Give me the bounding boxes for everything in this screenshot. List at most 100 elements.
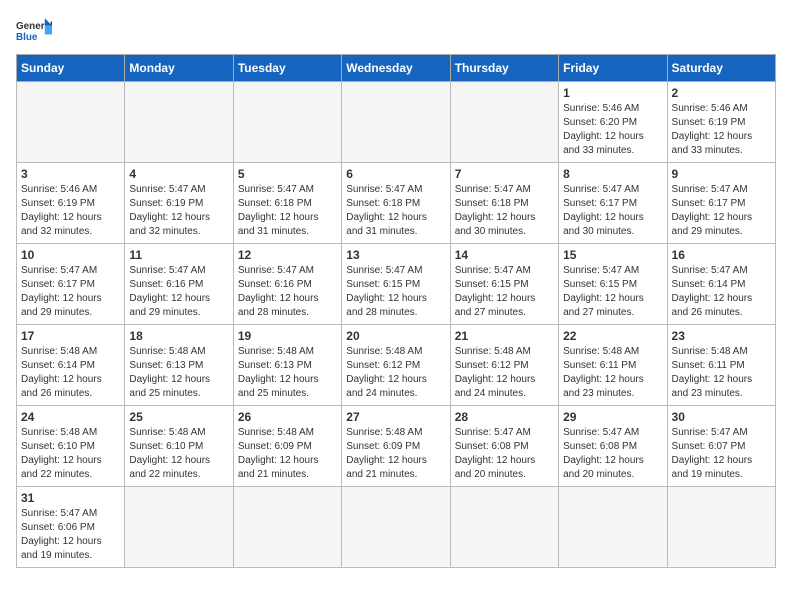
day-info: Sunrise: 5:47 AM Sunset: 6:16 PM Dayligh… [129, 264, 228, 320]
day-info: Sunrise: 5:47 AM Sunset: 6:16 PM Dayligh… [238, 264, 337, 320]
day-number: 26 [238, 410, 337, 424]
day-info: Sunrise: 5:47 AM Sunset: 6:17 PM Dayligh… [21, 264, 120, 320]
day-number: 21 [455, 329, 554, 343]
calendar-week-row: 24 Sunrise: 5:48 AM Sunset: 6:10 PM Dayli… [17, 406, 776, 487]
calendar-cell: 15 Sunrise: 5:47 AM Sunset: 6:15 PM Dayli… [559, 244, 667, 325]
calendar-cell [233, 82, 341, 163]
day-number: 20 [346, 329, 445, 343]
calendar-cell: 7 Sunrise: 5:47 AM Sunset: 6:18 PM Daylig… [450, 163, 558, 244]
day-info: Sunrise: 5:47 AM Sunset: 6:07 PM Dayligh… [672, 426, 771, 482]
calendar-header-row: SundayMondayTuesdayWednesdayThursdayFrid… [17, 55, 776, 82]
day-info: Sunrise: 5:48 AM Sunset: 6:10 PM Dayligh… [21, 426, 120, 482]
day-number: 3 [21, 167, 120, 181]
calendar-cell [233, 487, 341, 568]
calendar-week-row: 3 Sunrise: 5:46 AM Sunset: 6:19 PM Daylig… [17, 163, 776, 244]
day-info: Sunrise: 5:47 AM Sunset: 6:18 PM Dayligh… [455, 183, 554, 239]
day-number: 24 [21, 410, 120, 424]
calendar-cell: 19Sunrise: 5:48 AM Sunset: 6:13 PM Dayli… [233, 325, 341, 406]
svg-text:Blue: Blue [16, 32, 38, 43]
day-info: Sunrise: 5:47 AM Sunset: 6:15 PM Dayligh… [563, 264, 662, 320]
calendar-cell [17, 82, 125, 163]
calendar-cell: 4 Sunrise: 5:47 AM Sunset: 6:19 PM Daylig… [125, 163, 233, 244]
day-info: Sunrise: 5:48 AM Sunset: 6:09 PM Dayligh… [238, 426, 337, 482]
day-info: Sunrise: 5:47 AM Sunset: 6:08 PM Dayligh… [455, 426, 554, 482]
day-info: Sunrise: 5:48 AM Sunset: 6:11 PM Dayligh… [672, 345, 771, 401]
logo: General Blue [16, 16, 52, 44]
day-info: Sunrise: 5:46 AM Sunset: 6:19 PM Dayligh… [21, 183, 120, 239]
day-number: 1 [563, 86, 662, 100]
calendar-cell: 31 Sunrise: 5:47 AM Sunset: 6:06 PM Dayli… [17, 487, 125, 568]
day-number: 7 [455, 167, 554, 181]
day-number: 29 [563, 410, 662, 424]
day-info: Sunrise: 5:47 AM Sunset: 6:18 PM Dayligh… [346, 183, 445, 239]
day-number: 15 [563, 248, 662, 262]
day-number: 22 [563, 329, 662, 343]
page-header: General Blue [16, 16, 776, 44]
day-info: Sunrise: 5:47 AM Sunset: 6:17 PM Dayligh… [672, 183, 771, 239]
calendar-cell [667, 487, 775, 568]
day-number: 11 [129, 248, 228, 262]
calendar-cell: 13Sunrise: 5:47 AM Sunset: 6:15 PM Dayli… [342, 244, 450, 325]
day-info: Sunrise: 5:47 AM Sunset: 6:08 PM Dayligh… [563, 426, 662, 482]
calendar-cell: 16Sunrise: 5:47 AM Sunset: 6:14 PM Dayli… [667, 244, 775, 325]
calendar-cell [342, 487, 450, 568]
calendar-cell [450, 82, 558, 163]
day-number: 23 [672, 329, 771, 343]
weekday-header-sunday: Sunday [17, 55, 125, 82]
day-number: 18 [129, 329, 228, 343]
calendar-cell: 20Sunrise: 5:48 AM Sunset: 6:12 PM Dayli… [342, 325, 450, 406]
day-info: Sunrise: 5:46 AM Sunset: 6:19 PM Dayligh… [672, 102, 771, 158]
day-info: Sunrise: 5:47 AM Sunset: 6:14 PM Dayligh… [672, 264, 771, 320]
day-info: Sunrise: 5:48 AM Sunset: 6:09 PM Dayligh… [346, 426, 445, 482]
day-number: 14 [455, 248, 554, 262]
calendar-cell: 22Sunrise: 5:48 AM Sunset: 6:11 PM Dayli… [559, 325, 667, 406]
day-number: 17 [21, 329, 120, 343]
day-info: Sunrise: 5:47 AM Sunset: 6:15 PM Dayligh… [346, 264, 445, 320]
day-number: 4 [129, 167, 228, 181]
day-number: 27 [346, 410, 445, 424]
day-info: Sunrise: 5:48 AM Sunset: 6:14 PM Dayligh… [21, 345, 120, 401]
weekday-header-friday: Friday [559, 55, 667, 82]
calendar-cell: 27 Sunrise: 5:48 AM Sunset: 6:09 PM Dayli… [342, 406, 450, 487]
calendar-cell: 3 Sunrise: 5:46 AM Sunset: 6:19 PM Daylig… [17, 163, 125, 244]
day-number: 9 [672, 167, 771, 181]
day-number: 8 [563, 167, 662, 181]
weekday-header-monday: Monday [125, 55, 233, 82]
weekday-header-saturday: Saturday [667, 55, 775, 82]
calendar-cell: 25Sunrise: 5:48 AM Sunset: 6:10 PM Dayli… [125, 406, 233, 487]
generalblue-logo-icon: General Blue [16, 16, 52, 44]
day-number: 31 [21, 491, 120, 505]
calendar-cell: 11 Sunrise: 5:47 AM Sunset: 6:16 PM Dayli… [125, 244, 233, 325]
calendar-cell: 17 Sunrise: 5:48 AM Sunset: 6:14 PM Dayli… [17, 325, 125, 406]
day-number: 12 [238, 248, 337, 262]
calendar-cell: 2 Sunrise: 5:46 AM Sunset: 6:19 PM Daylig… [667, 82, 775, 163]
day-info: Sunrise: 5:47 AM Sunset: 6:18 PM Dayligh… [238, 183, 337, 239]
calendar-week-row: 17 Sunrise: 5:48 AM Sunset: 6:14 PM Dayli… [17, 325, 776, 406]
day-number: 5 [238, 167, 337, 181]
calendar-cell [342, 82, 450, 163]
day-info: Sunrise: 5:47 AM Sunset: 6:06 PM Dayligh… [21, 507, 120, 563]
day-info: Sunrise: 5:48 AM Sunset: 6:13 PM Dayligh… [238, 345, 337, 401]
calendar-cell: 23 Sunrise: 5:48 AM Sunset: 6:11 PM Dayli… [667, 325, 775, 406]
calendar-cell [125, 82, 233, 163]
weekday-header-tuesday: Tuesday [233, 55, 341, 82]
calendar-cell: 5 Sunrise: 5:47 AM Sunset: 6:18 PM Daylig… [233, 163, 341, 244]
day-info: Sunrise: 5:46 AM Sunset: 6:20 PM Dayligh… [563, 102, 662, 158]
calendar-cell [450, 487, 558, 568]
day-number: 2 [672, 86, 771, 100]
weekday-header-wednesday: Wednesday [342, 55, 450, 82]
calendar-cell: 18 Sunrise: 5:48 AM Sunset: 6:13 PM Dayli… [125, 325, 233, 406]
day-info: Sunrise: 5:48 AM Sunset: 6:13 PM Dayligh… [129, 345, 228, 401]
day-number: 10 [21, 248, 120, 262]
day-info: Sunrise: 5:48 AM Sunset: 6:10 PM Dayligh… [129, 426, 228, 482]
day-info: Sunrise: 5:47 AM Sunset: 6:15 PM Dayligh… [455, 264, 554, 320]
day-number: 28 [455, 410, 554, 424]
calendar-cell: 30Sunrise: 5:47 AM Sunset: 6:07 PM Dayli… [667, 406, 775, 487]
calendar-cell: 10 Sunrise: 5:47 AM Sunset: 6:17 PM Dayli… [17, 244, 125, 325]
calendar-cell [125, 487, 233, 568]
calendar-cell: 6Sunrise: 5:47 AM Sunset: 6:18 PM Daylig… [342, 163, 450, 244]
calendar-cell: 21Sunrise: 5:48 AM Sunset: 6:12 PM Dayli… [450, 325, 558, 406]
day-info: Sunrise: 5:47 AM Sunset: 6:19 PM Dayligh… [129, 183, 228, 239]
calendar-cell: 14 Sunrise: 5:47 AM Sunset: 6:15 PM Dayli… [450, 244, 558, 325]
calendar-cell: 8Sunrise: 5:47 AM Sunset: 6:17 PM Daylig… [559, 163, 667, 244]
